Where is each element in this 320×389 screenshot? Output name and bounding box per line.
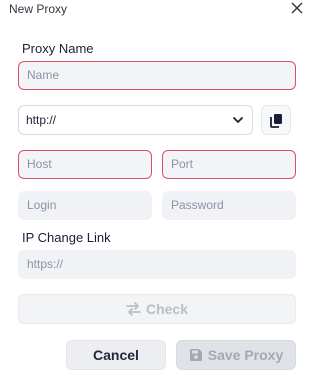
close-icon xyxy=(291,2,303,14)
chevron-down-icon xyxy=(233,117,243,123)
proxy-name-input[interactable]: Name xyxy=(18,61,296,90)
login-placeholder: Login xyxy=(27,198,57,212)
protocol-select[interactable]: http:// xyxy=(18,105,253,135)
close-button[interactable] xyxy=(290,1,304,15)
ip-change-link-placeholder: https:// xyxy=(27,257,64,271)
copy-icon xyxy=(270,114,282,128)
ip-change-link-input[interactable]: https:// xyxy=(18,250,296,279)
host-input[interactable]: Host xyxy=(18,150,152,179)
host-placeholder: Host xyxy=(27,157,52,171)
password-input[interactable]: Password xyxy=(162,191,296,220)
save-proxy-button[interactable]: Save Proxy xyxy=(176,340,296,370)
password-placeholder: Password xyxy=(171,198,224,212)
port-placeholder: Port xyxy=(171,157,194,171)
login-input[interactable]: Login xyxy=(18,191,152,220)
new-proxy-dialog: New Proxy Proxy Name Name http:// Host P… xyxy=(0,0,311,389)
check-button-label: Check xyxy=(145,301,189,317)
cancel-button[interactable]: Cancel xyxy=(66,340,166,370)
paste-proxy-button[interactable] xyxy=(261,105,291,135)
dialog-title: New Proxy xyxy=(9,2,68,16)
check-button[interactable]: Check xyxy=(18,294,296,324)
proxy-name-placeholder: Name xyxy=(27,68,60,82)
port-input[interactable]: Port xyxy=(162,150,296,179)
floppy-disk-icon xyxy=(189,348,202,361)
ip-change-link-label: IP Change Link xyxy=(22,230,111,245)
proxy-name-label: Proxy Name xyxy=(22,41,94,56)
protocol-value: http:// xyxy=(26,113,57,127)
cancel-button-label: Cancel xyxy=(93,347,139,363)
save-button-label: Save Proxy xyxy=(207,347,284,363)
swap-arrows-icon xyxy=(126,301,141,316)
